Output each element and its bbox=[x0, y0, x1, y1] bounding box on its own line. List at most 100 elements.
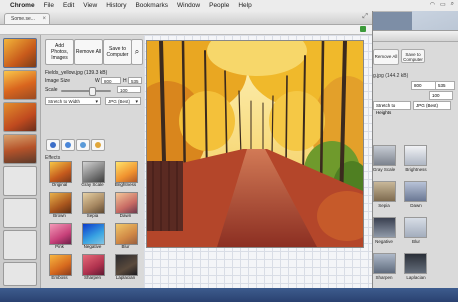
effect-brightness[interactable]: Brightness bbox=[110, 161, 143, 191]
photo-list-empty-slot[interactable] bbox=[3, 166, 37, 196]
photo-list-item[interactable] bbox=[3, 70, 37, 100]
menu-app[interactable]: Chrome bbox=[10, 2, 35, 9]
crop-icon bbox=[95, 142, 101, 148]
crop-button[interactable] bbox=[91, 139, 105, 151]
effects-grid: Original Gray Scale Brightness Brown Sep… bbox=[44, 161, 141, 285]
bg-effect-label: Sepia bbox=[378, 203, 390, 208]
bg-remove-all-button[interactable]: Remove All bbox=[373, 49, 399, 65]
menu-people[interactable]: People bbox=[209, 2, 229, 9]
scale-slider-knob[interactable] bbox=[89, 87, 96, 96]
close-icon[interactable]: × bbox=[42, 14, 46, 24]
effect-emboss[interactable]: Emboss bbox=[44, 254, 77, 284]
fullscreen-icon[interactable]: ⤢ bbox=[362, 13, 368, 21]
effect-brown[interactable]: Brown bbox=[44, 192, 77, 222]
menu-edit[interactable]: Edit bbox=[63, 2, 74, 9]
effect-negative[interactable]: Negative bbox=[77, 223, 110, 253]
photo-list-empty-slot[interactable] bbox=[3, 230, 37, 260]
effect-sepia[interactable]: Sepia bbox=[77, 192, 110, 222]
effect-original[interactable]: Original bbox=[44, 161, 77, 191]
bg-effect-thumb[interactable] bbox=[373, 181, 396, 202]
width-field[interactable]: 800 bbox=[101, 77, 121, 84]
rotate-icon bbox=[80, 142, 86, 148]
window-titlebar: Some.se... × ⤢ bbox=[0, 11, 372, 25]
effect-thumbnail bbox=[82, 161, 105, 183]
photo-list-item[interactable] bbox=[3, 134, 37, 164]
photo-list-item[interactable] bbox=[3, 102, 37, 132]
effect-label: Brown bbox=[53, 213, 66, 218]
desktop-dock-area bbox=[0, 288, 458, 302]
resize-mode-select[interactable]: Stretch to Width ▾ bbox=[45, 97, 101, 105]
bg-scale-field[interactable]: 100 bbox=[429, 91, 453, 100]
info-button[interactable] bbox=[46, 139, 60, 151]
tab-title: Some.se... bbox=[11, 16, 35, 22]
bg-width-field[interactable]: 800 bbox=[411, 81, 437, 90]
bg-effect-thumb[interactable] bbox=[404, 145, 427, 166]
bg-effect-label: Sharpen bbox=[375, 275, 393, 280]
effect-pink[interactable]: Pink bbox=[44, 223, 77, 253]
effect-label: Dawn bbox=[119, 213, 132, 218]
photo-list bbox=[0, 35, 41, 288]
menu-history[interactable]: History bbox=[106, 2, 126, 9]
effect-blur[interactable]: Blur bbox=[110, 223, 143, 253]
width-label: W bbox=[95, 78, 100, 84]
bg-filename: g.jpg (144.2 kB) bbox=[373, 73, 409, 79]
effect-label: Sharpen bbox=[83, 275, 101, 280]
effect-thumbnail bbox=[49, 192, 72, 214]
bg-effect-thumb[interactable] bbox=[373, 217, 396, 238]
info-icon bbox=[50, 142, 56, 148]
wifi-icon[interactable]: ◠ bbox=[430, 1, 435, 8]
effect-thumbnail bbox=[115, 254, 138, 276]
effect-thumbnail bbox=[49, 161, 72, 183]
photo-list-item[interactable] bbox=[3, 38, 37, 68]
menu-bookmarks[interactable]: Bookmarks bbox=[135, 2, 168, 9]
save-to-computer-button[interactable]: Save to Computer bbox=[103, 39, 132, 65]
effect-dawn[interactable]: Dawn bbox=[110, 192, 143, 222]
bg-effect-label: Negative bbox=[375, 239, 393, 244]
bg-effect-thumb[interactable] bbox=[373, 253, 396, 274]
controls-panel: Add Photos, Images Remove All Save to Co… bbox=[41, 35, 144, 288]
effect-thumbnail bbox=[82, 223, 105, 245]
scale-slider[interactable] bbox=[61, 90, 111, 92]
share-button[interactable] bbox=[61, 139, 75, 151]
add-photos-button[interactable]: Add Photos, Images bbox=[45, 39, 74, 65]
rotate-button[interactable] bbox=[76, 139, 90, 151]
effect-thumbnail bbox=[115, 192, 138, 214]
menu-window[interactable]: Window bbox=[177, 2, 200, 9]
bg-save-button[interactable]: Save to Computer bbox=[401, 49, 425, 63]
format-select[interactable]: JPG (Best) ▾ bbox=[105, 97, 141, 105]
menu-help[interactable]: Help bbox=[238, 2, 251, 9]
bg-mode-select[interactable]: Stretch to Heights bbox=[373, 101, 411, 115]
photo-list-empty-slot[interactable] bbox=[3, 198, 37, 228]
zoom-icon[interactable]: ⌕ bbox=[131, 39, 143, 65]
browser-tab[interactable]: Some.se... × bbox=[4, 13, 50, 24]
menu-file[interactable]: File bbox=[44, 2, 54, 9]
preview-image[interactable] bbox=[146, 40, 364, 248]
bg-height-field[interactable]: 535 bbox=[435, 81, 455, 90]
status-icons: ◠ ▭ ⌕ bbox=[430, 1, 454, 8]
effect-sharpen[interactable]: Sharpen bbox=[77, 254, 110, 284]
resize-mode-value: Stretch to Width bbox=[48, 99, 81, 104]
remove-all-button[interactable]: Remove All bbox=[74, 39, 103, 65]
format-value: JPG (Best) bbox=[108, 99, 131, 104]
menu-view[interactable]: View bbox=[83, 2, 97, 9]
height-field[interactable]: 535 bbox=[128, 77, 142, 84]
extension-icon[interactable] bbox=[360, 26, 366, 32]
image-canvas[interactable] bbox=[144, 35, 372, 288]
effect-label: Laplacian bbox=[115, 275, 136, 280]
effect-gray-scale[interactable]: Gray Scale bbox=[77, 161, 110, 191]
bg-effect-thumb[interactable] bbox=[404, 253, 427, 274]
effect-label: Brightness bbox=[114, 182, 137, 187]
scale-field[interactable]: 100 bbox=[117, 86, 141, 93]
battery-icon[interactable]: ▭ bbox=[440, 1, 446, 8]
effect-label: Pink bbox=[55, 244, 64, 249]
bg-format-select[interactable]: JPG (Best) bbox=[413, 101, 451, 110]
photo-list-empty-slot[interactable] bbox=[3, 262, 37, 286]
search-icon[interactable]: ⌕ bbox=[451, 1, 454, 8]
effect-laplacian[interactable]: Laplacian bbox=[110, 254, 143, 284]
effect-thumbnail bbox=[82, 254, 105, 276]
effect-label: Gray Scale bbox=[81, 182, 104, 187]
bg-effect-thumb[interactable] bbox=[404, 181, 427, 202]
effect-thumbnail bbox=[115, 223, 138, 245]
bg-effect-thumb[interactable] bbox=[404, 217, 427, 238]
bg-effect-thumb[interactable] bbox=[373, 145, 396, 166]
